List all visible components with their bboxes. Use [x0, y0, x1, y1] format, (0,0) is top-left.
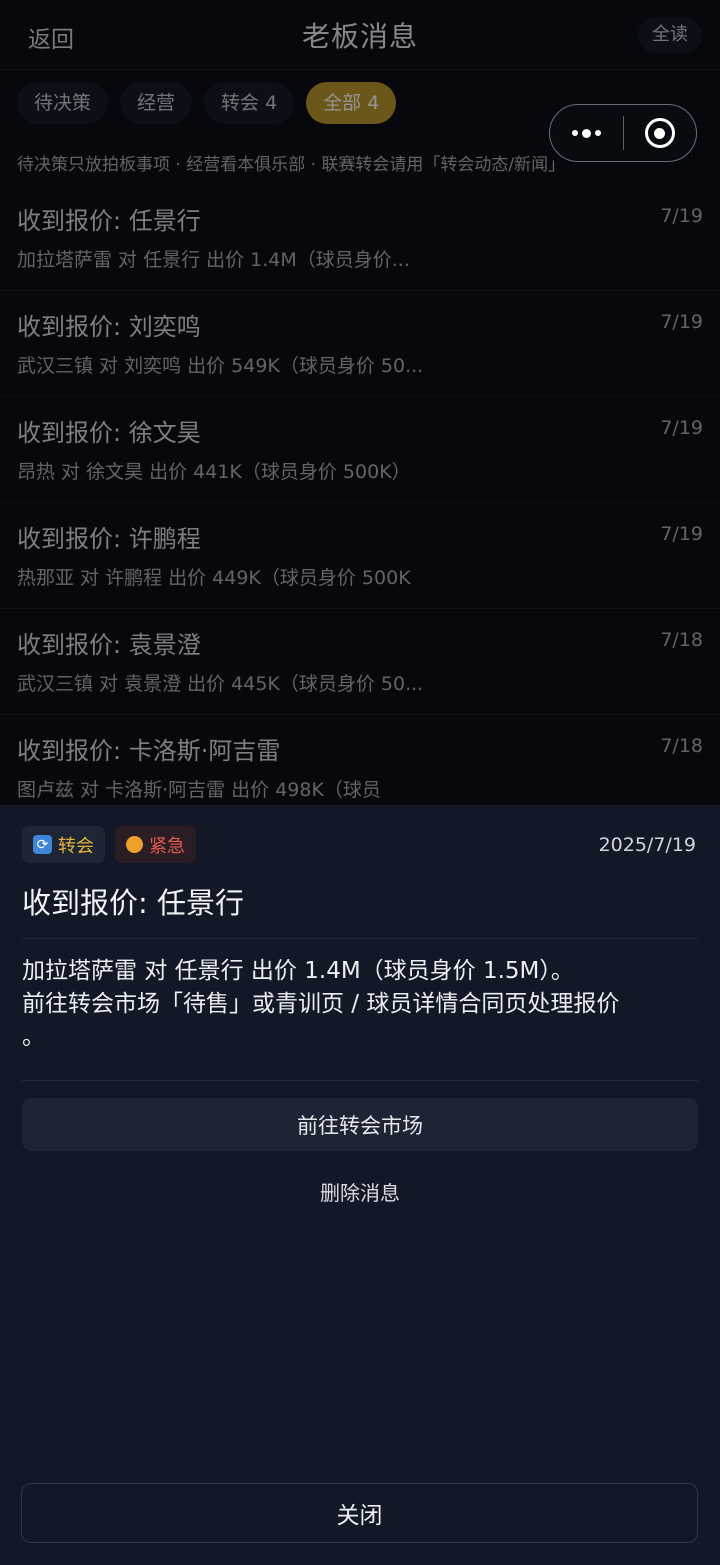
message-title: 收到报价: 刘奕鸣 [17, 313, 201, 341]
message-title: 收到报价: 徐文昊 [17, 419, 201, 447]
message-date: 7/19 [660, 205, 703, 227]
tab-all[interactable]: 全部 4 [306, 82, 397, 124]
message-summary: 图卢兹 对 卡洛斯·阿吉雷 出价 498K（球员 [17, 779, 381, 801]
tab-pending[interactable]: 待决策 [17, 82, 109, 124]
detail-body: 加拉塔萨雷 对 任景行 出价 1.4M（球员身价 1.5M）。 前往转会市场「待… [22, 955, 698, 1054]
more-dot-icon [571, 130, 578, 136]
message-date: 7/18 [660, 629, 703, 651]
message-item[interactable]: 收到报价: 刘奕鸣 7/19 武汉三镇 对 刘奕鸣 出价 549K（球员身价 5… [0, 291, 720, 397]
page-title: 老板消息 [301, 19, 418, 53]
close-miniprogram-button[interactable] [624, 105, 697, 161]
message-date: 7/18 [660, 735, 703, 757]
divider [22, 1080, 698, 1081]
message-title: 收到报价: 袁景澄 [17, 631, 201, 659]
close-button[interactable]: 关闭 [21, 1483, 698, 1543]
message-item[interactable]: 收到报价: 袁景澄 7/18 武汉三镇 对 袁景澄 出价 445K（球员身价 5… [0, 609, 720, 715]
message-title: 收到报价: 任景行 [17, 207, 201, 235]
detail-body-line: 加拉塔萨雷 对 任景行 出价 1.4M（球员身价 1.5M）。 [22, 958, 574, 984]
miniprogram-capsule [549, 104, 697, 162]
message-title: 收到报价: 卡洛斯·阿吉雷 [17, 737, 281, 765]
target-icon [644, 118, 675, 148]
message-item[interactable]: 收到报价: 徐文昊 7/19 昂热 对 徐文昊 出价 441K（球员身价 500… [0, 397, 720, 503]
back-button[interactable]: 返回 [28, 20, 74, 54]
detail-body-line: 前往转会市场「待售」或青训页 / 球员详情合同页处理报价 [22, 991, 620, 1017]
message-date: 7/19 [660, 311, 703, 333]
delete-message-button[interactable]: 删除消息 [260, 1173, 460, 1209]
message-list: 收到报价: 任景行 7/19 加拉塔萨雷 对 任景行 出价 1.4M（球员身价.… [0, 185, 720, 821]
message-date: 7/19 [660, 417, 703, 439]
filter-tabs: 待决策 经营 转会 4 全部 4 [17, 82, 397, 124]
message-summary: 昂热 对 徐文昊 出价 441K（球员身价 500K） [17, 461, 411, 483]
refresh-icon: ⟳ [33, 835, 52, 854]
detail-title: 收到报价: 任景行 [22, 886, 244, 920]
tab-operations[interactable]: 经营 [120, 82, 193, 124]
urgent-tag-label: 紧急 [149, 835, 185, 857]
message-item[interactable]: 收到报价: 任景行 7/19 加拉塔萨雷 对 任景行 出价 1.4M（球员身价.… [0, 185, 720, 291]
read-all-button[interactable]: 全读 [638, 17, 702, 53]
message-detail-sheet: ⟳ 转会 紧急 2025/7/19 收到报价: 任景行 加拉塔萨雷 对 任景行 … [0, 805, 720, 1565]
detail-date: 2025/7/19 [598, 834, 696, 856]
header: 返回 老板消息 全读 [0, 0, 720, 70]
transfer-tag: ⟳ 转会 [22, 826, 105, 863]
message-date: 7/19 [660, 523, 703, 545]
transfer-tag-label: 转会 [58, 835, 94, 857]
message-summary: 武汉三镇 对 刘奕鸣 出价 549K（球员身价 50... [17, 355, 424, 377]
message-summary: 武汉三镇 对 袁景澄 出价 445K（球员身价 50... [17, 673, 424, 695]
urgent-tag: 紧急 [115, 826, 196, 863]
more-dot-icon [594, 130, 601, 136]
more-dot-icon [581, 128, 591, 138]
detail-tags: ⟳ 转会 紧急 [22, 826, 196, 863]
tab-transfer[interactable]: 转会 4 [204, 82, 295, 124]
message-summary: 加拉塔萨雷 对 任景行 出价 1.4M（球员身价... [17, 249, 410, 271]
more-menu-button[interactable] [550, 105, 623, 161]
urgent-dot-icon [126, 836, 143, 853]
divider [22, 938, 698, 939]
go-transfer-market-button[interactable]: 前往转会市场 [22, 1098, 698, 1151]
message-title: 收到报价: 许鹏程 [17, 525, 201, 553]
message-item[interactable]: 收到报价: 许鹏程 7/19 热那亚 对 许鹏程 出价 449K（球员身价 50… [0, 503, 720, 609]
detail-body-line: 。 [22, 1024, 45, 1050]
message-summary: 热那亚 对 许鹏程 出价 449K（球员身价 500K [17, 567, 411, 589]
